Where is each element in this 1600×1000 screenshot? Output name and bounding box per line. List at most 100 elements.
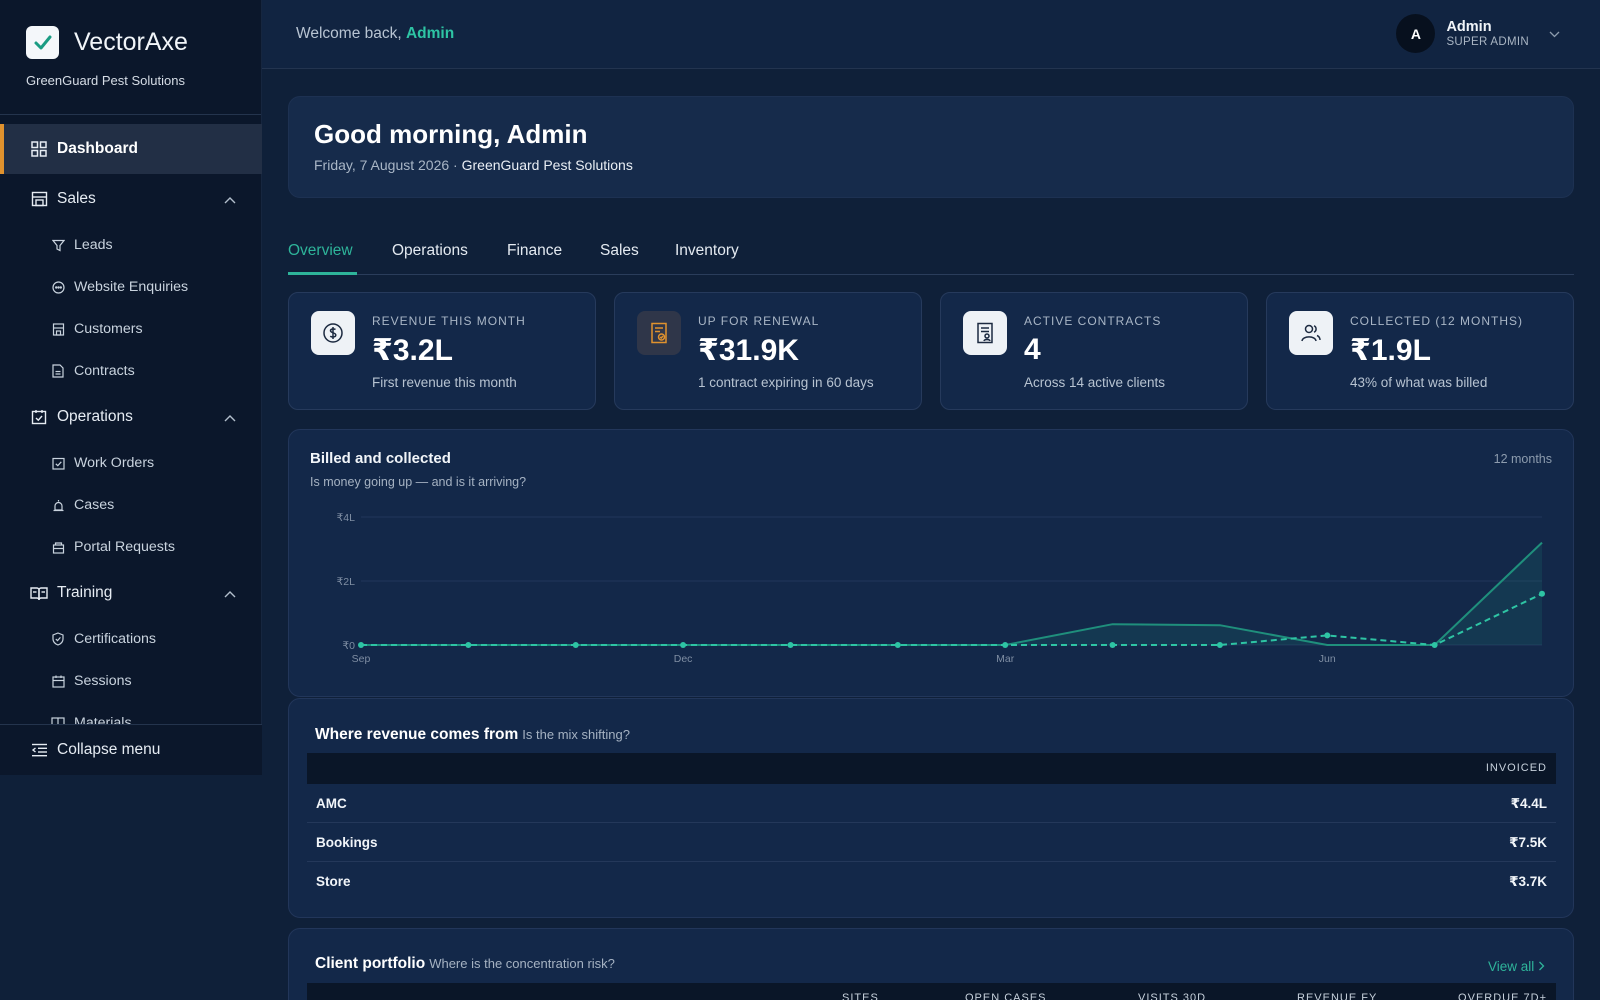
row-name: Bookings xyxy=(316,835,378,850)
greeting-card: Good morning, Admin Friday, 7 August 202… xyxy=(288,96,1574,198)
user-menu[interactable]: A Admin SUPER ADMIN xyxy=(1396,14,1560,53)
data-point xyxy=(1324,632,1331,639)
sidebar-item-contracts[interactable]: Contracts xyxy=(0,350,262,392)
sidebar-item-certifications[interactable]: Certifications xyxy=(0,618,262,660)
store-icon xyxy=(29,189,49,209)
calendar-check-icon xyxy=(29,407,49,427)
collapse-menu-button[interactable]: Collapse menu xyxy=(0,724,262,775)
greeting-date: Friday, 7 August 2026 · xyxy=(314,157,458,173)
tab-finance[interactable]: Finance xyxy=(507,242,562,260)
table-header: INVOICED xyxy=(307,753,1556,784)
chat-icon xyxy=(50,279,66,295)
tab-inventory[interactable]: Inventory xyxy=(675,242,739,260)
sidebar-item-customers[interactable]: Customers xyxy=(0,308,262,350)
checkbox-icon xyxy=(50,455,66,471)
portfolio-title: Client portfolio xyxy=(315,955,426,972)
view-all-link[interactable]: View all xyxy=(1488,959,1545,974)
kpi-subtext: 1 contract expiring in 60 days xyxy=(698,375,874,390)
sidebar-item-label: Materials xyxy=(74,715,132,724)
sidebar-item-portal-requests[interactable]: Portal Requests xyxy=(0,526,262,568)
billed-collected-chart: ₹0 ₹2L ₹4L Sep Dec Mar Jun xyxy=(337,512,1545,665)
row-name: AMC xyxy=(316,796,347,811)
kpi-card-renewal[interactable]: UP FOR RENEWAL ₹31.9K 1 contract expirin… xyxy=(614,292,922,410)
sidebar-item-materials[interactable]: Materials xyxy=(0,702,262,724)
data-point xyxy=(1539,590,1545,597)
sidebar-item-sessions[interactable]: Sessions xyxy=(0,660,262,702)
section-title: Where revenue comes from Is the mix shift… xyxy=(315,726,630,744)
chevron-up-icon xyxy=(224,409,236,427)
greeting-org: GreenGuard Pest Solutions xyxy=(461,157,633,173)
sidebar-item-website-enquiries[interactable]: Website Enquiries xyxy=(0,266,262,308)
sidebar-item-cases[interactable]: Cases xyxy=(0,484,262,526)
dashboard-tabs: Overview Operations Finance Sales Invent… xyxy=(288,236,1574,275)
page-title: Good morning, Admin xyxy=(314,119,588,149)
chevron-down-icon xyxy=(1549,25,1560,43)
sidebar-item-label: Portal Requests xyxy=(74,539,175,555)
y-tick-label: ₹4L xyxy=(337,512,356,524)
table-row[interactable]: Bookings ₹7.5K xyxy=(307,823,1556,862)
document-icon xyxy=(50,363,66,379)
sidebar-item-label: Customers xyxy=(74,321,143,337)
chevron-right-icon xyxy=(1538,959,1545,974)
sidebar: VectorAxe GreenGuard Pest Solutions Dash… xyxy=(0,0,262,775)
sidebar-item-label: Cases xyxy=(74,497,115,513)
sidebar-item-label: Sessions xyxy=(74,673,132,689)
kpi-label: COLLECTED (12 MONTHS) xyxy=(1350,314,1524,328)
view-all-label: View all xyxy=(1487,959,1535,974)
chevron-up-icon xyxy=(224,191,236,209)
sidebar-item-leads[interactable]: Leads xyxy=(0,224,262,266)
row-value: ₹4.4L xyxy=(1510,796,1547,811)
sidebar-section-operations[interactable]: Operations xyxy=(0,392,262,442)
revenue-mix-panel: Where revenue comes from Is the mix shift… xyxy=(288,698,1574,918)
collapse-menu-label: Collapse menu xyxy=(57,741,161,758)
inbox-icon xyxy=(50,539,66,555)
logo-check-icon xyxy=(26,26,59,59)
table-header: SITES OPEN CASES VISITS 30D REVENUE FY O… xyxy=(307,983,1556,1000)
billed-collected-chart-panel: Billed and collected Is money going up —… xyxy=(288,429,1574,697)
portfolio-subtitle: Where is the concentration risk? xyxy=(429,956,615,971)
avatar: A xyxy=(1396,14,1436,53)
sidebar-section-training[interactable]: Training xyxy=(0,568,262,618)
building-icon xyxy=(50,321,66,337)
kpi-card-revenue[interactable]: REVENUE THIS MONTH ₹3.2L First revenue t… xyxy=(288,292,596,410)
client-portfolio-panel: Client portfolio Where is the concentrati… xyxy=(288,928,1574,1000)
table-row[interactable]: Store ₹3.7K xyxy=(307,862,1556,901)
top-bar: Welcome back, Admin A Admin SUPER ADMIN xyxy=(262,0,1600,69)
kpi-value: ₹3.2L xyxy=(372,334,453,367)
kpi-label: ACTIVE CONTRACTS xyxy=(1024,314,1162,328)
kpi-subtext: Across 14 active clients xyxy=(1024,375,1166,390)
welcome-name: Admin xyxy=(405,25,455,42)
brand-subtitle: GreenGuard Pest Solutions xyxy=(26,73,185,88)
series-line xyxy=(361,541,1543,646)
active-tab-indicator xyxy=(288,272,357,275)
tab-overview[interactable]: Overview xyxy=(288,242,353,260)
table-row[interactable]: AMC ₹4.4L xyxy=(307,784,1556,823)
tab-operations[interactable]: Operations xyxy=(392,242,468,260)
kpi-card-collected[interactable]: COLLECTED (12 MONTHS) ₹1.9L 43% of what … xyxy=(1266,292,1574,410)
sidebar-item-work-orders[interactable]: Work Orders xyxy=(0,442,262,484)
column-header-sites: SITES xyxy=(842,992,879,1000)
kpi-card-active-contracts[interactable]: ACTIVE CONTRACTS 4 Across 14 active clie… xyxy=(940,292,1248,410)
book-open-icon xyxy=(29,583,49,603)
tab-sales[interactable]: Sales xyxy=(600,242,639,260)
data-point xyxy=(787,642,794,648)
sidebar-item-label: Leads xyxy=(74,237,113,253)
kpi-label: UP FOR RENEWAL xyxy=(698,314,820,328)
sidebar-item-dashboard[interactable]: Dashboard xyxy=(0,124,262,174)
data-point xyxy=(680,642,687,648)
data-point xyxy=(1002,642,1009,648)
section-title: Client portfolio Where is the concentrati… xyxy=(315,955,615,973)
renewal-document-icon xyxy=(637,311,681,355)
data-point xyxy=(358,642,364,648)
column-header-visits: VISITS 30D xyxy=(1138,992,1207,1000)
row-name: Store xyxy=(316,874,351,889)
kpi-subtext: 43% of what was billed xyxy=(1350,375,1488,390)
sidebar-item-label: Contracts xyxy=(74,363,135,379)
series-area xyxy=(361,542,1542,645)
shield-check-icon xyxy=(50,631,66,647)
contract-icon xyxy=(963,311,1007,355)
y-tick-label: ₹0 xyxy=(342,640,355,652)
sidebar-section-sales[interactable]: Sales xyxy=(0,174,262,224)
revenue-mix-title: Where revenue comes from xyxy=(315,726,519,743)
sidebar-section-label: Sales xyxy=(57,190,96,207)
